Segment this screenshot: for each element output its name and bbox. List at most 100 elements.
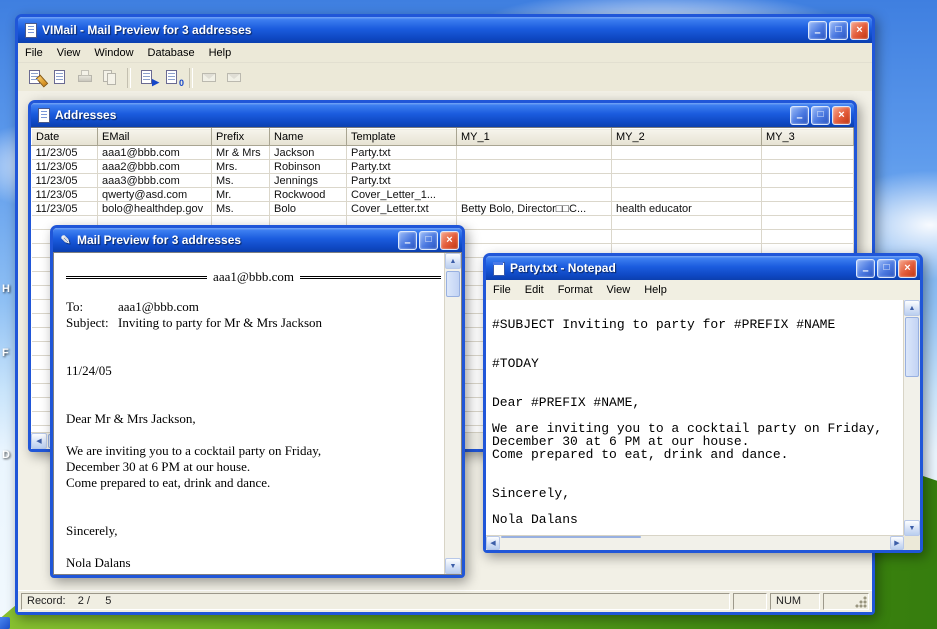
mail-preview-titlebar[interactable]: ✎ Mail Preview for 3 addresses – □ ×	[53, 228, 462, 252]
vimail-app-icon	[23, 23, 38, 38]
mail-preview-title: Mail Preview for 3 addresses	[73, 233, 396, 247]
column-header-prefix[interactable]: Prefix	[212, 129, 270, 146]
menu-window[interactable]: Window	[87, 45, 140, 61]
scroll-down-icon: ▼	[450, 563, 457, 570]
preview-minimize-button[interactable]: –	[398, 231, 417, 250]
menu-help[interactable]: Help	[202, 45, 239, 61]
status-spare-panel	[733, 593, 767, 610]
mail-header-fields: To: aaa1@bbb.com Subject: Inviting to pa…	[66, 299, 441, 331]
scroll-down-button[interactable]: ▼	[904, 520, 920, 536]
scroll-track[interactable]	[904, 316, 920, 520]
scroll-down-button[interactable]: ▼	[445, 558, 461, 574]
table-header-row: Date EMail Prefix Name Template MY_1 MY_…	[32, 129, 854, 146]
table-row[interactable]: 11/23/05aaa2@bbb.comMrs.RobinsonParty.tx…	[32, 160, 854, 174]
table-row[interactable]: 11/23/05bolo@healthdep.govMs.BoloCover_L…	[32, 202, 854, 216]
close-button[interactable]: ×	[850, 21, 869, 40]
print-button[interactable]	[74, 66, 97, 89]
desktop: H F D VIMail - Mail Preview for 3 addres…	[0, 0, 937, 629]
scroll-thumb[interactable]	[905, 317, 919, 377]
minimize-button[interactable]: –	[808, 21, 827, 40]
desktop-icon-fragment[interactable]	[0, 617, 10, 629]
scroll-left-button[interactable]: ◀	[31, 433, 47, 449]
scroll-up-icon: ▲	[450, 258, 457, 265]
send-mail-button[interactable]	[223, 66, 246, 89]
notepad-minimize-button[interactable]: –	[856, 259, 875, 278]
table-row[interactable]: 11/23/05aaa3@bbb.comMs.JenningsParty.txt	[32, 174, 854, 188]
mail-preview-content: aaa1@bbb.com To: aaa1@bbb.com Subject: I…	[53, 252, 462, 575]
column-header-name[interactable]: Name	[270, 129, 347, 146]
mail-preview-window: ✎ Mail Preview for 3 addresses – □ × aaa…	[50, 225, 465, 578]
email-separator: aaa1@bbb.com	[66, 269, 441, 285]
notepad-content: #SUBJECT Inviting to party for #PREFIX #…	[486, 300, 920, 550]
column-header-template[interactable]: Template	[347, 129, 457, 146]
new-record-button[interactable]	[24, 66, 47, 89]
addresses-titlebar[interactable]: Addresses – □ ×	[31, 103, 854, 127]
minimize-icon: –	[796, 112, 802, 124]
addresses-maximize-button[interactable]: □	[811, 106, 830, 125]
new-mail-button[interactable]	[198, 66, 221, 89]
preview-vertical-scrollbar[interactable]: ▲ ▼	[444, 253, 461, 574]
separator-line	[300, 276, 441, 279]
menu-database[interactable]: Database	[141, 45, 202, 61]
notepad-menu-file[interactable]: File	[486, 282, 518, 298]
resize-grip[interactable]	[854, 595, 867, 608]
scroll-track[interactable]	[500, 536, 890, 550]
numlock-indicator: NUM	[770, 593, 820, 610]
notepad-window: Party.txt - Notepad – □ × File Edit Form…	[483, 253, 923, 553]
counter-icon: 0	[164, 69, 181, 86]
vimail-menubar: File View Window Database Help	[18, 43, 872, 63]
print-icon	[77, 69, 94, 86]
to-value: aaa1@bbb.com	[118, 299, 199, 315]
column-header-my2[interactable]: MY_2	[612, 129, 762, 146]
open-record-button[interactable]	[49, 66, 72, 89]
notepad-menu-help[interactable]: Help	[637, 282, 674, 298]
notepad-menu-edit[interactable]: Edit	[518, 282, 551, 298]
menu-file[interactable]: File	[18, 45, 50, 61]
maximize-button[interactable]: □	[829, 21, 848, 40]
column-header-my3[interactable]: MY_3	[762, 129, 854, 146]
notepad-icon	[491, 261, 506, 276]
preview-maximize-button[interactable]: □	[419, 231, 438, 250]
minimize-icon: –	[404, 237, 410, 249]
copy-button[interactable]	[99, 66, 122, 89]
preview-record-button[interactable]: ▶	[136, 66, 159, 89]
scroll-up-button[interactable]: ▲	[904, 300, 920, 316]
column-header-my1[interactable]: MY_1	[457, 129, 612, 146]
addresses-minimize-button[interactable]: –	[790, 106, 809, 125]
toolbar-separator	[189, 68, 193, 88]
vimail-toolbar: ▶ 0	[18, 63, 872, 93]
new-mail-icon	[201, 69, 218, 86]
scroll-right-button[interactable]: ▶	[890, 536, 904, 550]
table-row[interactable]: 11/23/05aaa1@bbb.comMr & MrsJacksonParty…	[32, 146, 854, 160]
table-row[interactable]: 11/23/05qwerty@asd.comMr.RockwoodCover_L…	[32, 188, 854, 202]
scroll-thumb[interactable]	[501, 536, 641, 538]
notepad-menu-view[interactable]: View	[600, 282, 638, 298]
notepad-horizontal-scrollbar[interactable]: ◀ ▶	[486, 535, 904, 550]
addresses-close-button[interactable]: ×	[832, 106, 851, 125]
scroll-track[interactable]	[445, 269, 461, 558]
record-indicator: Record: 2 / 5	[21, 593, 730, 610]
open-record-icon	[52, 69, 69, 86]
notepad-vertical-scrollbar[interactable]: ▲ ▼	[903, 300, 920, 536]
scroll-up-button[interactable]: ▲	[445, 253, 461, 269]
notepad-titlebar[interactable]: Party.txt - Notepad – □ ×	[486, 256, 920, 280]
preview-close-button[interactable]: ×	[440, 231, 459, 250]
subject-label: Subject:	[66, 315, 118, 331]
notepad-maximize-button[interactable]: □	[877, 259, 896, 278]
desktop-icon-label-fragment[interactable]: F	[2, 347, 9, 359]
notepad-menu-format[interactable]: Format	[551, 282, 600, 298]
column-header-email[interactable]: EMail	[98, 129, 212, 146]
desktop-icon-label-fragment[interactable]: D	[2, 449, 10, 461]
menu-view[interactable]: View	[50, 45, 88, 61]
send-mail-icon	[226, 69, 243, 86]
scroll-thumb[interactable]	[446, 271, 460, 297]
notepad-close-button[interactable]: ×	[898, 259, 917, 278]
toolbar-separator	[127, 68, 131, 88]
scroll-left-button[interactable]: ◀	[486, 536, 500, 550]
counter-button[interactable]: 0	[161, 66, 184, 89]
vimail-titlebar[interactable]: VIMail - Mail Preview for 3 addresses – …	[18, 17, 872, 43]
separator-email: aaa1@bbb.com	[213, 269, 294, 285]
column-header-date[interactable]: Date	[32, 129, 98, 146]
desktop-icon-label-fragment[interactable]: H	[2, 283, 10, 295]
notepad-text-area[interactable]: #SUBJECT Inviting to party for #PREFIX #…	[486, 300, 904, 536]
